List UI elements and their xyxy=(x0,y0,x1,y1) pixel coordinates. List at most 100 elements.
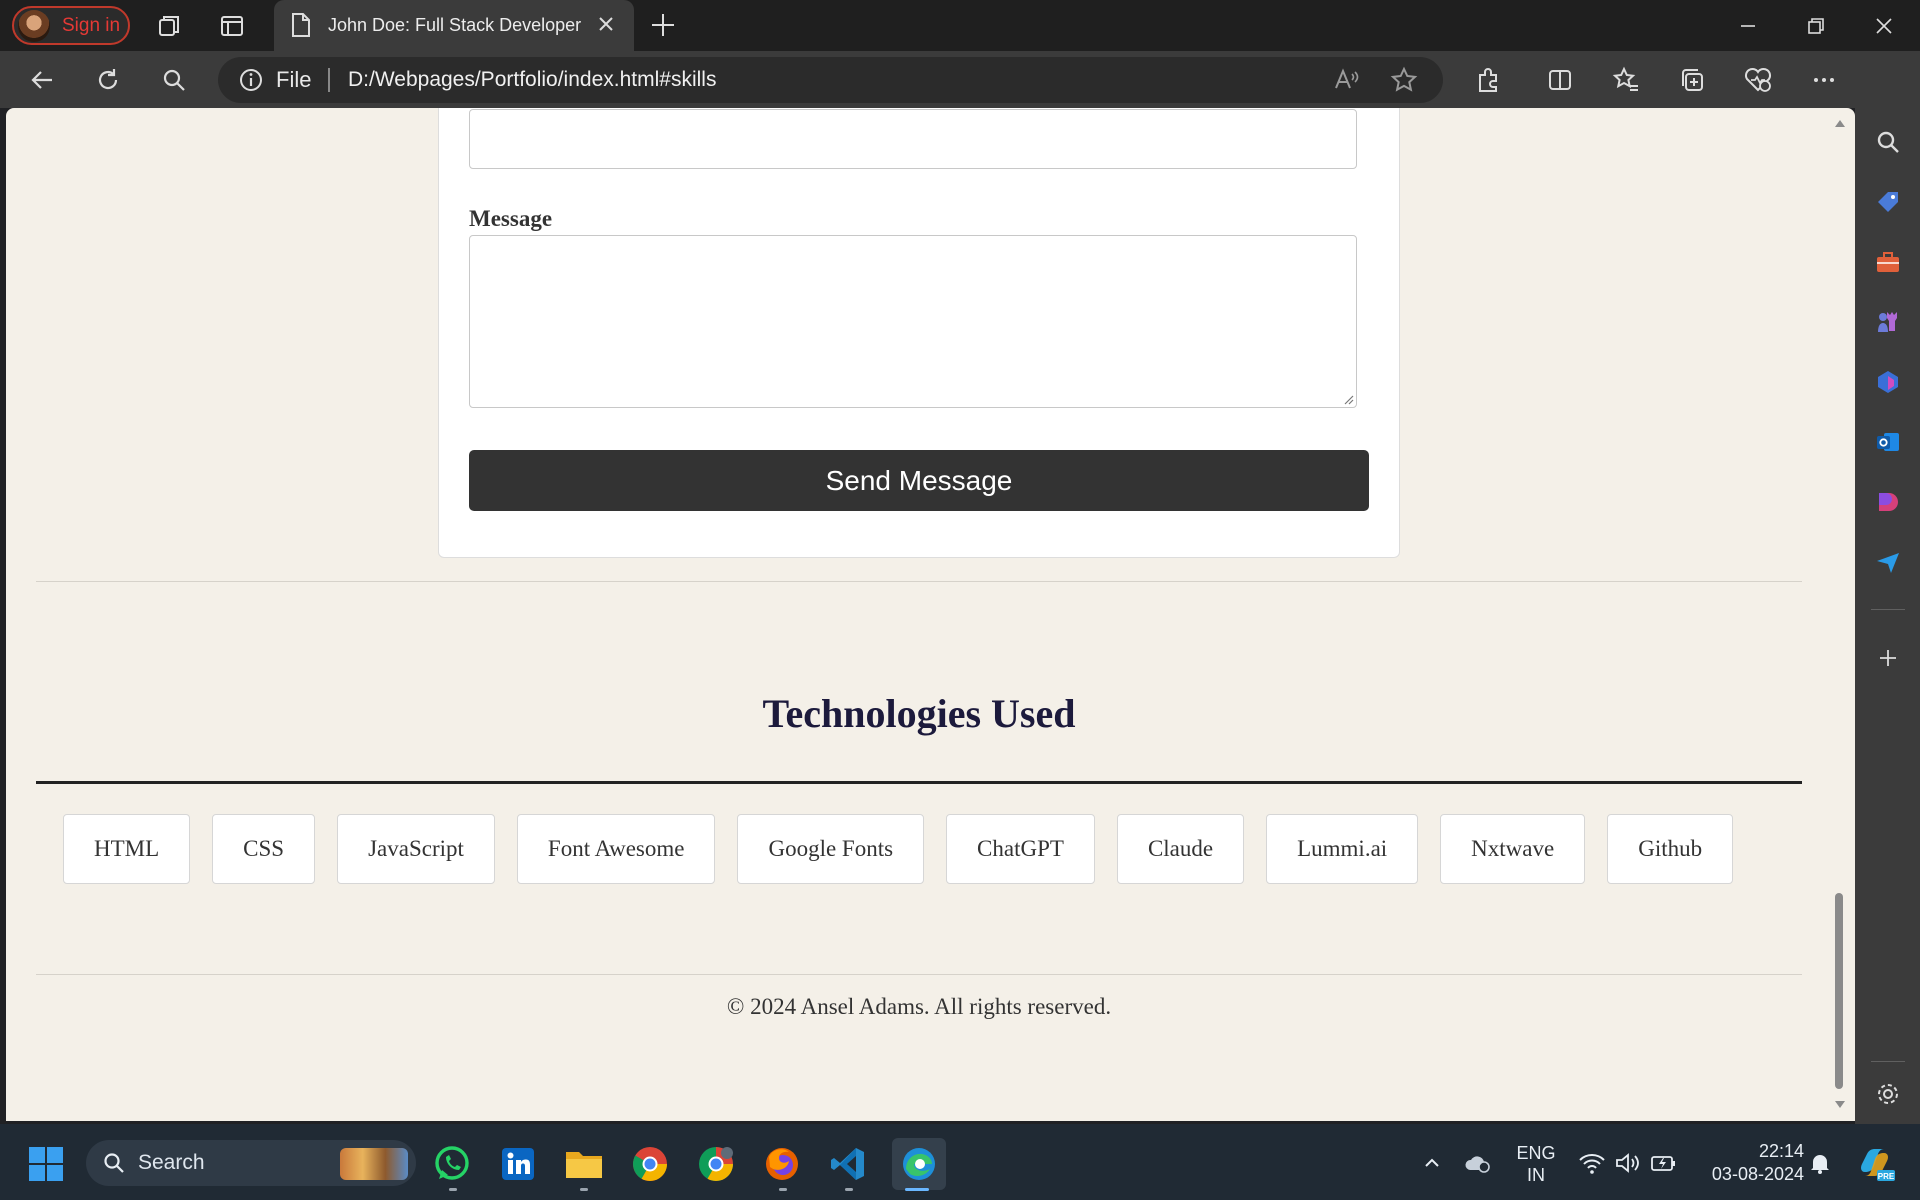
edge-sidebar xyxy=(1855,51,1920,1124)
clock[interactable]: 22:14 03-08-2024 xyxy=(1694,1140,1804,1186)
copilot-preview-icon[interactable]: PRE xyxy=(1856,1144,1896,1184)
svg-text:PRE: PRE xyxy=(1878,1172,1895,1181)
minimize-icon[interactable] xyxy=(1714,0,1782,51)
whatsapp-icon[interactable] xyxy=(430,1142,474,1186)
email-field[interactable] xyxy=(469,109,1357,169)
chrome-profile-icon[interactable] xyxy=(694,1142,738,1186)
windows-taskbar: Search ENG IN 22:14 03-08-2024 PRE xyxy=(0,1124,1920,1200)
search-icon xyxy=(102,1151,126,1175)
workspaces-icon[interactable] xyxy=(150,9,190,43)
tech-tag-chatgpt: ChatGPT xyxy=(946,814,1095,884)
app-running-indicator xyxy=(779,1188,787,1191)
extensions-icon[interactable] xyxy=(1468,61,1508,99)
refresh-icon[interactable] xyxy=(88,61,128,99)
browser-tab-strip: Sign in John Doe: Full Stack Developer xyxy=(0,0,1920,51)
message-label: Message xyxy=(469,206,553,231)
browser-toolbar: File D:/Webpages/Portfolio/index.html#sk… xyxy=(0,51,1920,142)
vertical-tabs-icon[interactable] xyxy=(212,9,252,43)
page-icon xyxy=(290,12,312,38)
outlook-icon[interactable] xyxy=(1869,423,1907,461)
close-tab-icon[interactable] xyxy=(594,12,618,36)
battery-icon[interactable] xyxy=(1650,1149,1678,1177)
page-scrollbar[interactable] xyxy=(1833,117,1847,1116)
profile-button[interactable]: Sign in xyxy=(12,6,130,45)
tech-tag-font-awesome: Font Awesome xyxy=(516,814,716,884)
tech-tag-google-fonts: Google Fonts xyxy=(737,814,925,884)
chrome-icon[interactable] xyxy=(628,1142,672,1186)
search-placeholder: Search xyxy=(138,1151,205,1174)
url-text[interactable]: D:/Webpages/Portfolio/index.html#skills xyxy=(348,68,716,92)
region-code: IN xyxy=(1527,1165,1545,1185)
tech-tag-nxtwave: Nxtwave xyxy=(1440,814,1586,884)
shopping-tag-icon[interactable] xyxy=(1869,183,1907,221)
windows-start-icon[interactable] xyxy=(28,1146,64,1182)
firefox-icon[interactable] xyxy=(760,1142,804,1186)
send-message-button[interactable]: Send Message xyxy=(469,450,1369,511)
sidebar-separator xyxy=(1871,609,1905,610)
tech-tag-lummi: Lummi.ai xyxy=(1266,814,1419,884)
active-tab[interactable]: John Doe: Full Stack Developer xyxy=(274,0,634,51)
wifi-icon[interactable] xyxy=(1578,1149,1606,1177)
section-divider xyxy=(36,581,1802,582)
drop-send-icon[interactable] xyxy=(1869,543,1907,581)
volume-icon[interactable] xyxy=(1614,1149,1642,1177)
edge-icon[interactable] xyxy=(892,1138,946,1190)
app-running-indicator xyxy=(580,1188,588,1191)
more-options-icon[interactable] xyxy=(1804,61,1844,99)
sidebar-separator-bottom xyxy=(1871,1061,1905,1062)
linkedin-icon[interactable] xyxy=(496,1142,540,1186)
favorite-star-icon[interactable] xyxy=(1384,61,1424,99)
sidebar-settings-icon[interactable] xyxy=(1869,1075,1907,1113)
add-sidebar-app-icon[interactable] xyxy=(1869,639,1907,677)
clock-date: 03-08-2024 xyxy=(1711,1164,1804,1184)
favorites-icon[interactable] xyxy=(1606,61,1646,99)
designer-icon[interactable] xyxy=(1869,483,1907,521)
language-code: ENG xyxy=(1516,1143,1556,1163)
tech-tag-claude: Claude xyxy=(1116,814,1245,884)
restore-icon[interactable] xyxy=(1782,0,1850,51)
scroll-up-icon[interactable] xyxy=(1833,117,1847,131)
search-highlight-image xyxy=(340,1148,408,1180)
tech-tag-css: CSS xyxy=(212,814,316,884)
app-active-indicator xyxy=(905,1188,929,1191)
app-running-indicator xyxy=(845,1188,853,1191)
tab-title: John Doe: Full Stack Developer xyxy=(328,15,582,35)
resize-handle-icon[interactable] xyxy=(1342,393,1354,405)
avatar xyxy=(18,9,50,42)
file-explorer-icon[interactable] xyxy=(562,1142,606,1186)
footer-copyright: © 2024 Ansel Adams. All rights reserved. xyxy=(726,994,1112,1019)
split-screen-icon[interactable] xyxy=(1540,61,1580,99)
tech-tag-javascript: JavaScript xyxy=(337,814,495,884)
message-textarea[interactable] xyxy=(469,235,1357,408)
close-window-icon[interactable] xyxy=(1850,0,1918,51)
new-tab-icon[interactable] xyxy=(646,8,680,42)
site-info-label: File xyxy=(276,67,312,92)
show-hidden-icons-icon[interactable] xyxy=(1418,1149,1446,1177)
profile-label: Sign in xyxy=(62,14,121,36)
back-icon[interactable] xyxy=(22,61,62,99)
address-bar[interactable]: File D:/Webpages/Portfolio/index.html#sk… xyxy=(218,57,1443,103)
search-icon[interactable] xyxy=(154,61,194,99)
site-info-button[interactable]: File xyxy=(238,67,311,93)
technologies-underline xyxy=(36,781,1802,784)
technologies-title: Technologies Used xyxy=(762,691,1076,736)
tools-briefcase-icon[interactable] xyxy=(1869,243,1907,281)
scroll-down-icon[interactable] xyxy=(1833,1097,1847,1111)
footer-divider xyxy=(36,974,1802,975)
vscode-icon[interactable] xyxy=(826,1142,870,1186)
taskbar-search-box[interactable]: Search xyxy=(86,1140,416,1186)
language-indicator[interactable]: ENG IN xyxy=(1516,1142,1556,1186)
scroll-thumb[interactable] xyxy=(1835,893,1843,1089)
games-icon[interactable] xyxy=(1869,303,1907,341)
technologies-list: HTML CSS JavaScript Font Awesome Google … xyxy=(63,814,1734,884)
notification-bell-icon[interactable] xyxy=(1806,1149,1834,1177)
sidebar-search-icon[interactable] xyxy=(1869,123,1907,161)
tech-tag-html: HTML xyxy=(63,814,191,884)
app-running-indicator xyxy=(449,1188,457,1191)
collections-icon[interactable] xyxy=(1672,61,1712,99)
microsoft-365-icon[interactable] xyxy=(1869,363,1907,401)
onedrive-icon[interactable] xyxy=(1464,1149,1492,1177)
read-aloud-icon[interactable] xyxy=(1326,61,1366,99)
browser-essentials-icon[interactable] xyxy=(1738,61,1778,99)
contact-form-card: Message Send Message xyxy=(438,108,1400,558)
